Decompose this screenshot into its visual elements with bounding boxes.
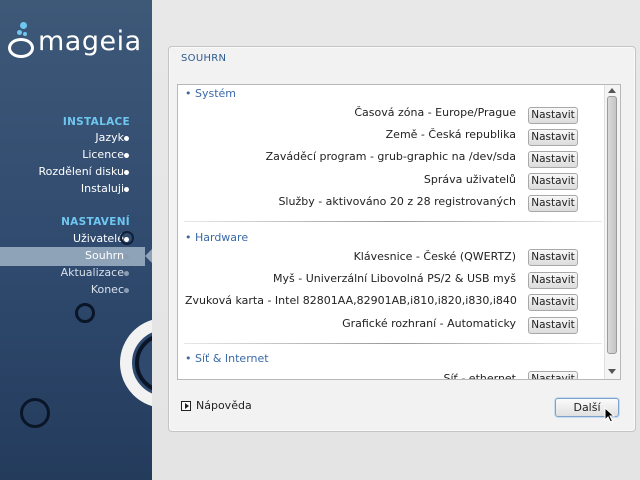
sidebar-item-language[interactable]: Jazyk bbox=[95, 130, 124, 146]
row-label-mouse: Myš - Univerzální Libovolná PS/2 & USB m… bbox=[273, 272, 516, 285]
step-done-dot-icon bbox=[124, 136, 129, 141]
step-pending-dot-icon bbox=[124, 271, 129, 276]
logo-cauldron-icon bbox=[8, 38, 34, 58]
step-done-dot-icon bbox=[124, 170, 129, 175]
decorative-circle bbox=[120, 231, 134, 245]
decorative-circle bbox=[20, 398, 50, 428]
row-label-user-management: Správa uživatelů bbox=[423, 173, 516, 186]
row-label-bootloader: Zaváděcí program - grub-graphic na /dev/… bbox=[265, 150, 516, 163]
sidebar-item-partitioning[interactable]: Rozdělení disku bbox=[38, 164, 124, 180]
scroll-down-arrow-icon[interactable] bbox=[608, 369, 616, 374]
logo-bubble-icon bbox=[20, 22, 27, 29]
configure-users-button[interactable]: Nastavit bbox=[528, 173, 578, 190]
group-title-network: • Síť & Internet bbox=[185, 352, 269, 365]
group-title-system: • Systém bbox=[185, 87, 237, 100]
step-done-dot-icon bbox=[124, 153, 129, 158]
step-pending-dot-icon bbox=[124, 288, 129, 293]
row-label-network: Síť - ethernet bbox=[443, 372, 516, 380]
configure-mouse-button[interactable]: Nastavit bbox=[528, 272, 578, 289]
sidebar-item-updates[interactable]: Aktualizace bbox=[61, 265, 124, 281]
sidebar-item-installing[interactable]: Instaluji bbox=[81, 181, 124, 197]
vertical-scrollbar[interactable] bbox=[604, 85, 620, 379]
scrollbar-thumb[interactable] bbox=[607, 96, 617, 354]
sidebar-item-users[interactable]: Uživatelé bbox=[73, 231, 124, 247]
group-title-hardware: • Hardware bbox=[185, 231, 249, 244]
configure-keyboard-button[interactable]: Nastavit bbox=[528, 249, 578, 266]
sidebar: mageia INSTALACE Jazyk Licence Rozdělení… bbox=[0, 0, 152, 480]
step-current-dot-icon bbox=[124, 254, 129, 259]
row-label-country: Země - Česká republika bbox=[385, 128, 516, 141]
row-label-sound-card: Zvuková karta - Intel 82801AA,82901AB,i8… bbox=[185, 294, 517, 307]
row-label-services: Služby - aktivováno 20 z 28 registrovaný… bbox=[278, 195, 516, 208]
panel-title: SOUHRN bbox=[181, 53, 227, 64]
logo-text: mageia bbox=[38, 26, 142, 57]
section-title-settings: NASTAVENÍ bbox=[61, 216, 130, 228]
configure-services-button[interactable]: Nastavit bbox=[528, 195, 578, 212]
configure-sound-card-button[interactable]: Nastavit bbox=[528, 294, 578, 311]
summary-list[interactable]: • Systém Časová zóna - Europe/Prague Nas… bbox=[177, 84, 621, 380]
decorative-circle bbox=[75, 303, 95, 323]
row-label-graphics: Grafické rozhraní - Automaticky bbox=[342, 317, 516, 330]
configure-graphics-button[interactable]: Nastavit bbox=[528, 317, 578, 334]
configure-network-button[interactable]: Nastavit bbox=[528, 371, 578, 379]
step-done-dot-icon bbox=[124, 187, 129, 192]
configure-country-button[interactable]: Nastavit bbox=[528, 129, 578, 146]
configure-timezone-button[interactable]: Nastavit bbox=[528, 107, 578, 124]
group-separator bbox=[184, 343, 602, 344]
help-label: Nápověda bbox=[196, 399, 252, 412]
sidebar-item-summary[interactable]: Souhrn bbox=[85, 248, 124, 264]
scroll-up-arrow-icon[interactable] bbox=[608, 88, 616, 93]
expand-arrow-icon bbox=[181, 401, 191, 411]
group-separator bbox=[184, 221, 602, 222]
logo-bubble-icon bbox=[23, 32, 27, 36]
mouse-pointer-icon bbox=[604, 407, 616, 423]
logo-bubble-icon bbox=[17, 30, 22, 35]
row-label-timezone: Časová zóna - Europe/Prague bbox=[354, 106, 516, 119]
row-label-keyboard: Klávesnice - České (QWERTZ) bbox=[353, 250, 516, 263]
sidebar-item-license[interactable]: Licence bbox=[82, 147, 124, 163]
configure-bootloader-button[interactable]: Nastavit bbox=[528, 151, 578, 168]
sidebar-item-finish[interactable]: Konec bbox=[91, 282, 124, 298]
section-title-installation: INSTALACE bbox=[62, 116, 130, 128]
mageia-logo: mageia bbox=[8, 22, 150, 62]
